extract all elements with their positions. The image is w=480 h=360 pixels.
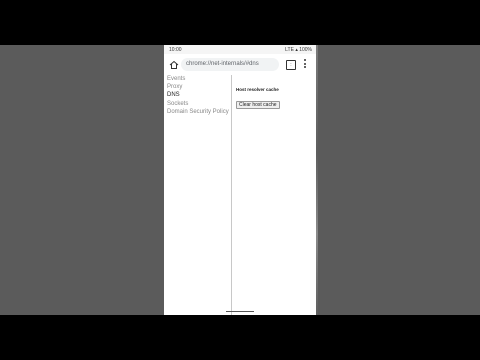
tab-switcher-button[interactable]: : [286,60,296,70]
sidebar-item-events[interactable]: Events [164,75,231,83]
browser-toolbar: chrome://net-internals/#dns : [164,54,316,75]
sidebar-item-dns[interactable]: DNS [164,91,231,99]
status-bar: 10:00 LTE ▴ 100% [164,45,316,54]
clear-host-cache-button[interactable]: Clear host cache [236,101,280,109]
sidebar-item-sockets[interactable]: Sockets [164,100,231,108]
page-content: Events Proxy DNS Sockets Domain Security… [164,75,316,315]
net-internals-sidebar: Events Proxy DNS Sockets Domain Security… [164,75,232,315]
section-title: Host resolver cache [236,87,279,92]
more-menu-icon[interactable] [304,59,307,70]
status-time: 10:00 [169,47,182,53]
sidebar-item-proxy[interactable]: Proxy [164,83,231,91]
address-bar[interactable]: chrome://net-internals/#dns [181,58,279,71]
glitch-stripe [316,45,318,315]
sidebar-item-domain-security-policy[interactable]: Domain Security Policy [164,108,231,116]
phone-screen: 10:00 LTE ▴ 100% chrome://net-internals/… [164,45,316,315]
dns-panel: Host resolver cache Clear host cache [236,87,280,111]
gesture-bar [226,311,254,312]
status-indicators: LTE ▴ 100% [285,47,312,53]
home-icon[interactable] [169,60,179,70]
